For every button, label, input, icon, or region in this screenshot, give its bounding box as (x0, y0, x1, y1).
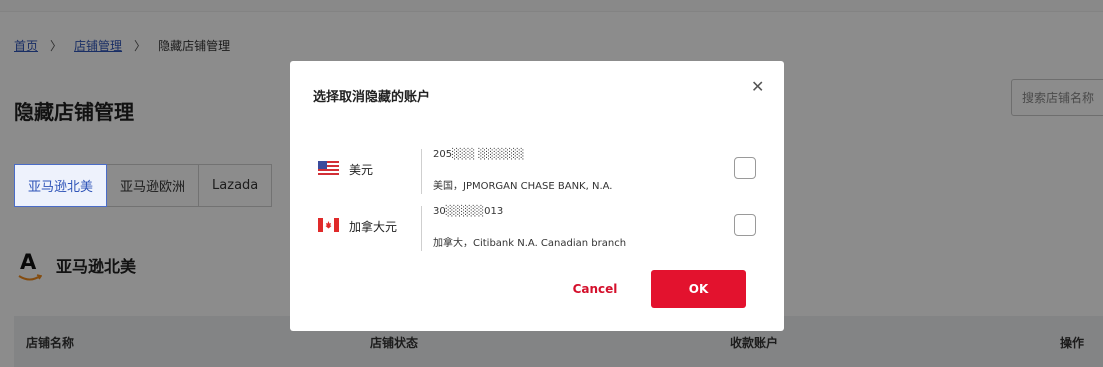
unhide-account-dialog: 选择取消隐藏的账户 ✕ 美元 205░░░ ░░░░░░ 美国，JPMORGAN… (290, 61, 784, 331)
row-divider (421, 149, 422, 194)
cancel-button[interactable]: Cancel (563, 270, 627, 308)
tab-amazon-na[interactable]: 亚马逊北美 (14, 164, 108, 207)
ok-button[interactable]: OK (651, 270, 746, 308)
account-checkbox[interactable] (734, 214, 756, 236)
us-flag-icon (318, 161, 339, 175)
account-currency: 美元 (349, 163, 374, 177)
row-divider (421, 206, 422, 251)
account-number: 205░░░ ░░░░░░ (433, 149, 525, 160)
dialog-title: 选择取消隐藏的账户 (313, 90, 431, 105)
account-bank: 美国，JPMORGAN CHASE BANK, N.A. (433, 181, 613, 192)
canada-flag-icon (318, 218, 339, 232)
close-icon[interactable]: ✕ (751, 77, 764, 96)
account-bank: 加拿大，Citibank N.A. Canadian branch (433, 238, 627, 249)
account-currency: 加拿大元 (349, 220, 398, 234)
account-checkbox[interactable] (734, 157, 756, 179)
account-number: 30░░░░░013 (433, 206, 504, 217)
account-row: 美元 205░░░ ░░░░░░ 美国，JPMORGAN CHASE BANK,… (290, 141, 784, 197)
account-row: 加拿大元 30░░░░░013 加拿大，Citibank N.A. Canadi… (290, 198, 784, 254)
